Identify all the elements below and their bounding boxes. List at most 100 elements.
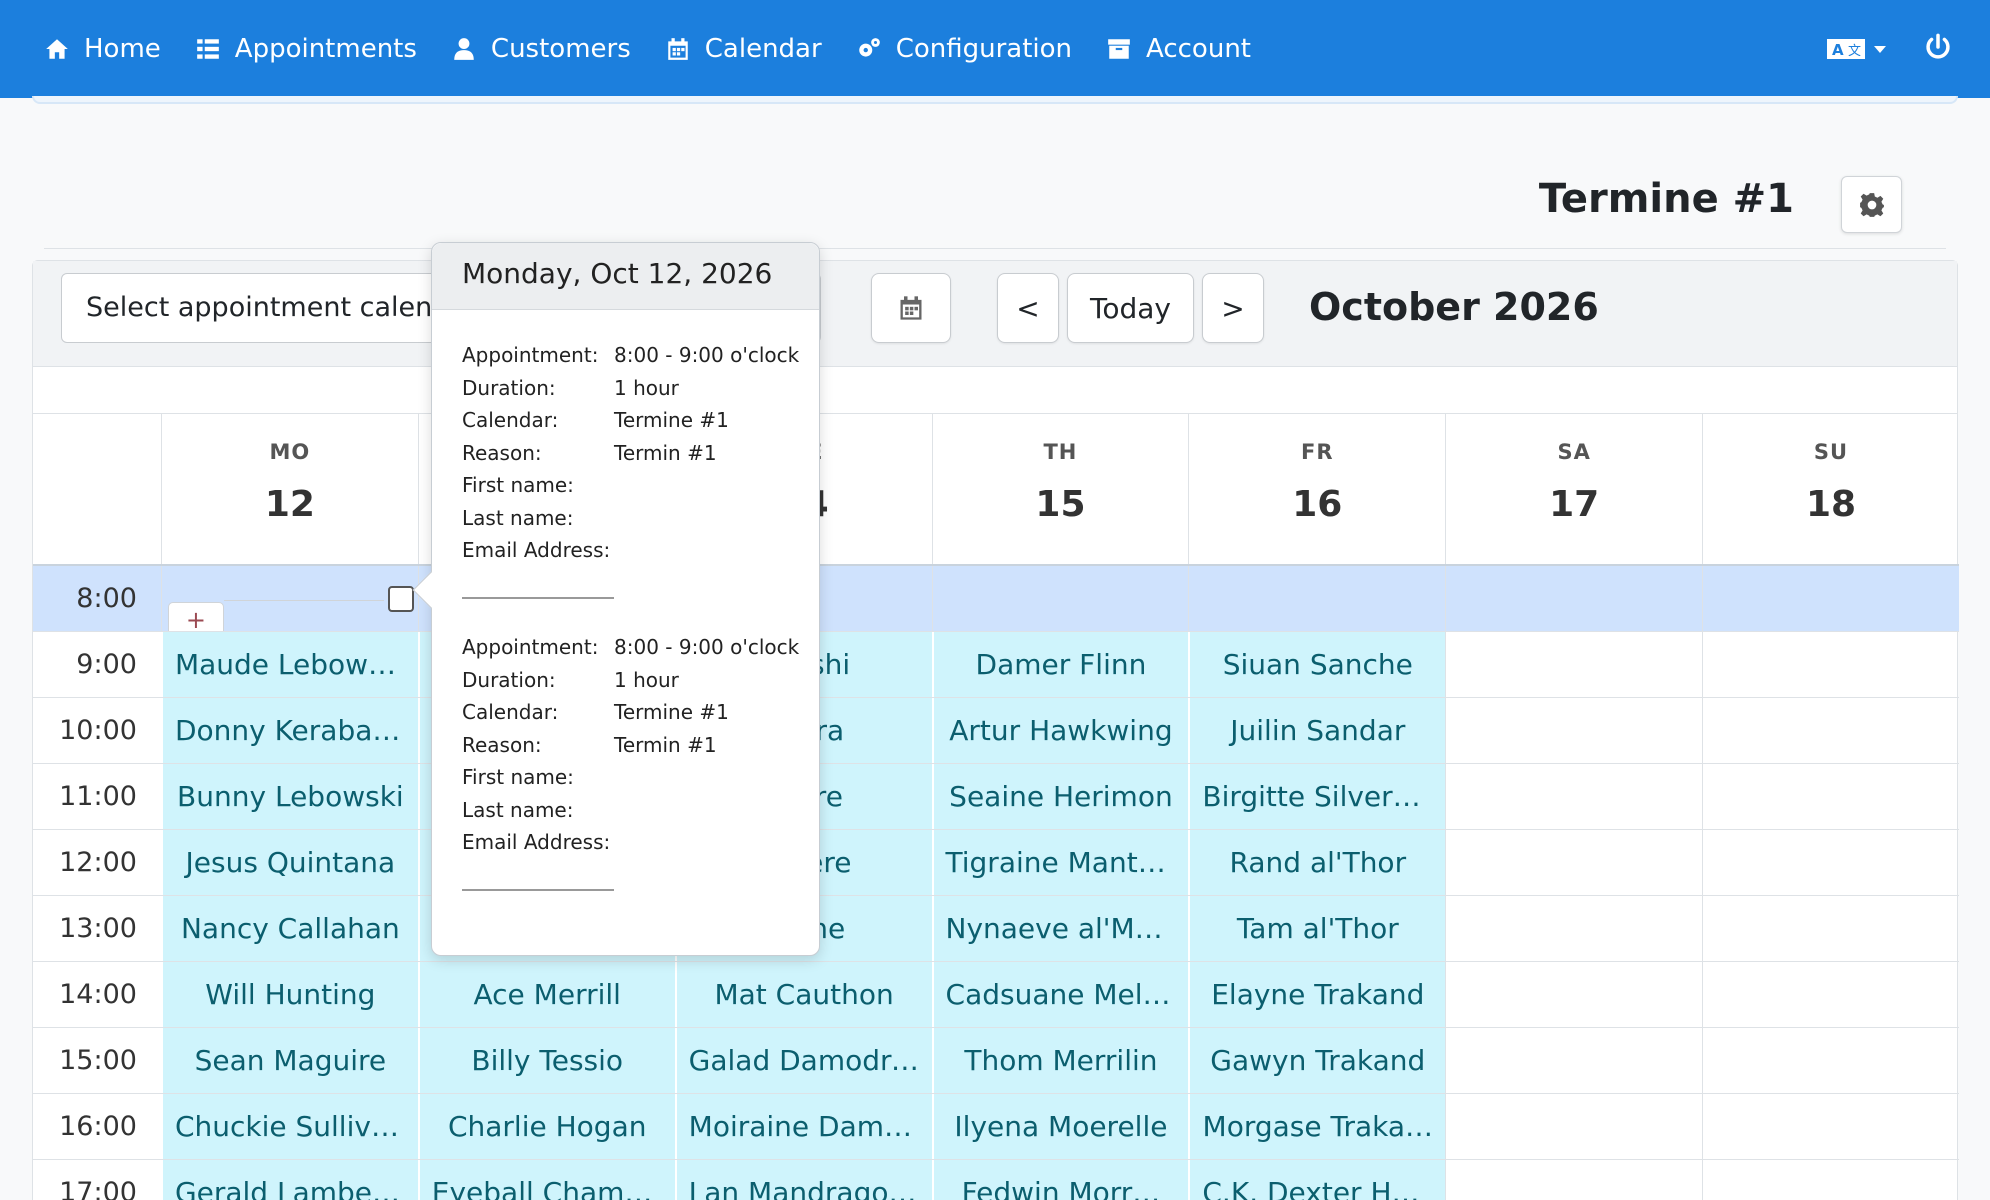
appointment-slot[interactable]: Ilyena Moerelle <box>931 1094 1189 1159</box>
prev-week-button[interactable]: < <box>997 273 1059 343</box>
empty-slot[interactable] <box>1445 764 1702 829</box>
nav-account[interactable]: Account <box>1106 0 1251 98</box>
empty-slot[interactable] <box>1445 566 1702 631</box>
empty-slot[interactable] <box>1445 830 1702 895</box>
appointment-slot[interactable]: Tigraine Mantear <box>931 830 1189 895</box>
logout-button[interactable] <box>1924 33 1952 65</box>
appointment-slot[interactable]: Charlie Hogan <box>417 1094 675 1159</box>
slot-checkbox[interactable] <box>387 586 414 612</box>
field-label: Email Address: <box>462 538 611 563</box>
field-label: Duration: <box>462 375 556 400</box>
empty-slot[interactable] <box>1445 1160 1702 1200</box>
empty-slot[interactable] <box>1445 698 1702 763</box>
day-of-week: SU <box>1813 440 1849 464</box>
appointment-slot[interactable]: Thom Merrilin <box>931 1028 1189 1093</box>
field-label: First name: <box>462 765 574 790</box>
appointment-slot[interactable]: C.K. Dexter Hav… <box>1188 1160 1446 1200</box>
appointment-slot[interactable]: Lan Mandragor… <box>674 1160 932 1200</box>
settings-button[interactable] <box>1841 176 1902 233</box>
nav-home[interactable]: Home <box>44 0 161 98</box>
day-header: MO 12 <box>160 414 418 564</box>
appointment-slot[interactable]: Ace Merrill <box>417 962 675 1027</box>
appointment-name: Ilyena Moerelle <box>954 1110 1168 1143</box>
date-picker-button[interactable] <box>871 273 951 343</box>
appointment-slot[interactable]: Will Hunting <box>160 962 418 1027</box>
empty-slot[interactable] <box>1702 962 1959 1027</box>
appointment-slot[interactable]: Siuan Sanche <box>1188 632 1446 697</box>
appointment-slot[interactable]: Chuckie Sullivan <box>160 1094 418 1159</box>
day-header: SU 18 <box>1702 414 1959 564</box>
nav-account-label: Account <box>1146 34 1251 64</box>
appointment-slot[interactable]: Billy Tessio <box>417 1028 675 1093</box>
appointment-slot[interactable]: Bunny Lebowski <box>160 764 418 829</box>
empty-slot[interactable] <box>1702 632 1959 697</box>
time-row: 9:00Maude LebowskiAkashiDamer FlinnSiuan… <box>33 632 1959 698</box>
appointment-slot[interactable]: Jesus Quintana <box>160 830 418 895</box>
title-divider <box>44 248 1946 249</box>
day-number: 16 <box>1292 484 1343 525</box>
appointment-slot[interactable]: Gawyn Trakand <box>1188 1028 1446 1093</box>
empty-slot[interactable] <box>1702 1160 1959 1200</box>
appointment-slot[interactable]: Fedwin Morr… <box>931 1160 1189 1200</box>
appointment-slot[interactable]: Tam al'Thor <box>1188 896 1446 961</box>
empty-slot[interactable] <box>931 566 1189 631</box>
appointment-slot[interactable]: Morgase Traka… <box>1188 1094 1446 1159</box>
appointment-slot[interactable]: Elayne Trakand <box>1188 962 1446 1027</box>
appointment-slot[interactable]: Juilin Sandar <box>1188 698 1446 763</box>
nav-appointments[interactable]: Appointments <box>195 0 417 98</box>
field-value: 1 hour <box>614 375 679 400</box>
add-appointment-button[interactable]: + <box>167 602 224 631</box>
empty-slot[interactable]: + <box>160 566 418 631</box>
appointment-name: Rand al'Thor <box>1229 846 1407 879</box>
appointment-slot[interactable]: Nynaeve al'Mea… <box>931 896 1189 961</box>
appointment-slot[interactable]: Cadsuane Mela… <box>931 962 1189 1027</box>
empty-slot[interactable] <box>1702 896 1959 961</box>
appointment-slot[interactable]: Damer Flinn <box>931 632 1189 697</box>
appointment-slot[interactable]: Gerald Lambeau <box>160 1160 418 1200</box>
nav-calendar[interactable]: Calendar <box>665 0 822 98</box>
empty-slot[interactable] <box>1702 566 1959 631</box>
appointment-slot[interactable]: Seaine Herimon <box>931 764 1189 829</box>
nav-configuration[interactable]: Configuration <box>856 0 1072 98</box>
empty-slot[interactable] <box>1445 1094 1702 1159</box>
appointment-slot[interactable]: Sean Maguire <box>160 1028 418 1093</box>
empty-slot[interactable] <box>1702 1094 1959 1159</box>
popover-entry: Appointment: 8:00 - 9:00 o'clock Duration:… <box>462 339 802 599</box>
language-dropdown[interactable]: A文 <box>1826 36 1886 62</box>
appointment-slot[interactable]: Rand al'Thor <box>1188 830 1446 895</box>
popover-title: Monday, Oct 12, 2026 <box>432 243 819 310</box>
week-grid: MO12 TU13 WE14 TH15 FR16 SA17 SU18 8:00+… <box>33 414 1959 1200</box>
power-icon <box>1926 33 1950 59</box>
next-week-button[interactable]: > <box>1202 273 1264 343</box>
empty-slot[interactable] <box>1445 632 1702 697</box>
empty-slot[interactable] <box>1445 1028 1702 1093</box>
empty-slot[interactable] <box>1702 698 1959 763</box>
appointment-slot[interactable]: Maude Lebowski <box>160 632 418 697</box>
nav-customers[interactable]: Customers <box>451 0 631 98</box>
appointment-slot[interactable]: Galad Damodred <box>674 1028 932 1093</box>
appointment-slot[interactable]: Eyeball Chamb… <box>417 1160 675 1200</box>
appointment-name: Thom Merrilin <box>964 1044 1158 1077</box>
field-label: Reason: <box>462 732 542 757</box>
empty-slot[interactable] <box>1445 896 1702 961</box>
popover-field: First name: <box>462 469 802 502</box>
empty-slot[interactable] <box>1702 764 1959 829</box>
appointment-slot[interactable]: Birgitte Silverb… <box>1188 764 1446 829</box>
appointment-slot[interactable]: Nancy Callahan <box>160 896 418 961</box>
today-button[interactable]: Today <box>1067 273 1194 343</box>
top-navbar: Home Appointments Customers Calendar Con… <box>0 0 1990 98</box>
home-icon <box>46 39 68 59</box>
user-icon <box>454 38 474 60</box>
navbar-underline <box>32 96 1958 104</box>
appointment-slot[interactable]: Mat Cauthon <box>674 962 932 1027</box>
empty-slot[interactable] <box>1702 830 1959 895</box>
appointment-slot[interactable]: Artur Hawkwing <box>931 698 1189 763</box>
empty-slot[interactable] <box>1702 1028 1959 1093</box>
appointment-slot[interactable]: Moiraine Damo… <box>674 1094 932 1159</box>
appointment-slot[interactable]: Donny Kerabat… <box>160 698 418 763</box>
time-label: 11:00 <box>59 781 137 812</box>
empty-slot[interactable] <box>1445 962 1702 1027</box>
day-of-week: TH <box>1043 440 1078 464</box>
empty-slot[interactable] <box>1188 566 1445 631</box>
field-label: Email Address: <box>462 830 611 855</box>
